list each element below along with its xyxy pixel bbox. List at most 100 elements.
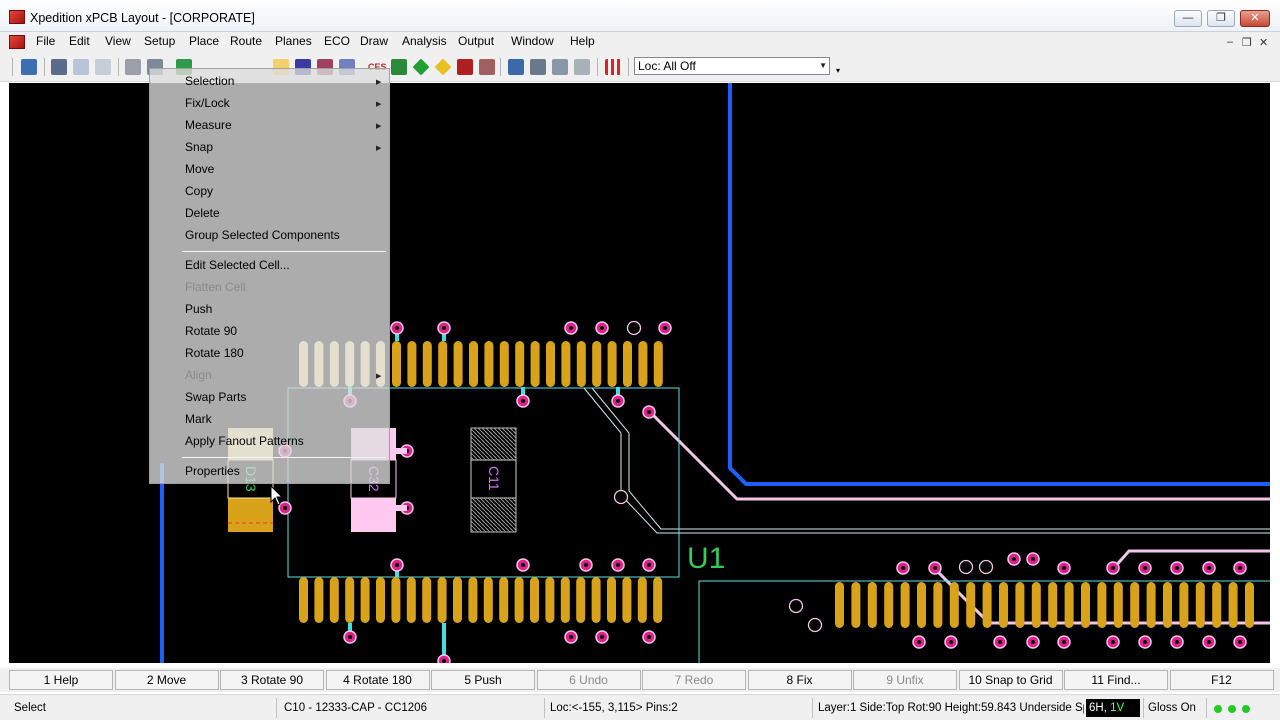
zoom-icon[interactable]	[508, 59, 524, 75]
mounting-hole	[613, 489, 629, 505]
mounting-hole	[626, 320, 642, 336]
constraint-icon[interactable]	[391, 59, 407, 75]
context-menu-item[interactable]: Edit Selected Cell...	[185, 258, 290, 272]
function-key-button: 6 Undo	[536, 670, 641, 690]
menu-draw[interactable]: Draw	[360, 34, 388, 48]
pad	[468, 577, 478, 623]
context-menu-item[interactable]: Rotate 90	[185, 324, 237, 338]
status-separator	[812, 698, 813, 718]
function-key-button[interactable]: 2 Move	[114, 670, 219, 690]
drc-icon[interactable]	[457, 59, 473, 75]
submenu-arrow-icon: ▶	[376, 123, 382, 130]
status-led-icon	[1228, 705, 1236, 713]
redo-icon[interactable]	[95, 59, 111, 75]
context-menu-item[interactable]: Apply Fanout Patterns	[185, 434, 304, 448]
status-component: C10 - 12333-CAP - CC1206	[284, 702, 427, 714]
menu-analysis[interactable]: Analysis	[402, 34, 447, 48]
locate-filter-select[interactable]: Loc: All Off ▼	[634, 57, 830, 75]
context-menu-item[interactable]: Fix/Lock	[185, 96, 230, 110]
pad	[851, 582, 861, 628]
via-hole	[442, 659, 446, 663]
document-icon[interactable]	[9, 35, 25, 49]
pad	[345, 577, 355, 623]
pad	[545, 577, 555, 623]
menu-setup[interactable]: Setup	[144, 34, 175, 48]
ref-designator-u1: U1	[687, 542, 725, 575]
context-menu-item[interactable]: Push	[185, 302, 212, 316]
grid-icon[interactable]	[605, 59, 621, 75]
function-key-button[interactable]: 10 Snap to Grid	[958, 670, 1063, 690]
context-menu-item[interactable]: Move	[185, 162, 214, 176]
menu-planes[interactable]: Planes	[275, 34, 312, 48]
mdi-close-button[interactable]: ✕	[1259, 36, 1268, 49]
menu-edit[interactable]: Edit	[69, 34, 90, 48]
maximize-button[interactable]: ❐	[1207, 10, 1235, 27]
mounting-hole	[788, 598, 804, 614]
context-menu-item[interactable]: Mark	[185, 412, 212, 426]
pad	[835, 582, 844, 628]
pad	[1195, 582, 1205, 628]
context-menu-item[interactable]: Properties	[185, 464, 240, 478]
function-key-button: 9 Unfix	[853, 670, 957, 690]
menu-place[interactable]: Place	[189, 34, 219, 48]
function-key-button[interactable]: 5 Push	[431, 670, 535, 690]
menu-route[interactable]: Route	[230, 34, 262, 48]
move-up-icon[interactable]	[125, 59, 141, 75]
menu-help[interactable]: Help	[570, 34, 595, 48]
menu-output[interactable]: Output	[458, 34, 494, 48]
pad	[1113, 582, 1123, 628]
pad	[653, 341, 663, 387]
toolbar-overflow-icon[interactable]: ▾	[836, 66, 840, 75]
context-menu-item[interactable]: Group Selected Components	[185, 228, 340, 242]
context-menu-item[interactable]: Copy	[185, 184, 213, 198]
pad	[453, 341, 463, 387]
warning-diamond-icon[interactable]	[434, 58, 452, 76]
context-menu-item[interactable]: Delete	[185, 206, 220, 220]
function-key-button[interactable]: 8 Fix	[747, 670, 852, 690]
menu-view[interactable]: View	[105, 34, 131, 48]
via-hole	[584, 563, 588, 567]
via-hole	[616, 563, 620, 567]
mdi-minimize-button[interactable]: –	[1227, 36, 1233, 48]
diamond-green-icon[interactable]	[412, 58, 430, 76]
binoculars-icon[interactable]	[51, 59, 67, 75]
context-menu-item[interactable]: Snap	[185, 140, 213, 154]
context-menu-item[interactable]: Swap Parts	[185, 390, 246, 404]
drc-check-icon[interactable]	[479, 59, 495, 75]
select-area-icon[interactable]	[552, 59, 568, 75]
function-key-button[interactable]: 3 Rotate 90	[220, 670, 324, 690]
context-menu-item: Flatten Cell	[185, 280, 246, 294]
function-key-button[interactable]: 1 Help	[9, 670, 113, 690]
status-led-icon	[1214, 705, 1222, 713]
pad	[1048, 582, 1058, 628]
function-key-button[interactable]: 11 Find...	[1064, 670, 1168, 690]
context-menu-item[interactable]: Selection	[185, 74, 234, 88]
save-icon[interactable]	[21, 59, 37, 75]
pad	[966, 582, 976, 628]
mdi-restore-button[interactable]: ❐	[1242, 36, 1252, 49]
menu-file[interactable]: File	[36, 34, 55, 48]
mouse-cursor-icon	[270, 485, 284, 506]
context-menu-item[interactable]: Measure	[185, 118, 232, 132]
function-key-button[interactable]: 4 Rotate 180	[325, 670, 430, 690]
pad	[607, 341, 617, 387]
chevron-down-icon: ▼	[819, 61, 827, 70]
context-menu-item[interactable]: Rotate 180	[185, 346, 244, 360]
function-key-button[interactable]: F12	[1169, 670, 1274, 690]
c11-pad	[470, 497, 517, 533]
pad	[392, 341, 401, 387]
via-hole	[1111, 640, 1115, 644]
via-hole	[998, 640, 1002, 644]
pad	[1097, 582, 1107, 628]
hierarchy-icon[interactable]	[574, 59, 590, 75]
undo-icon[interactable]	[73, 59, 89, 75]
menu-eco[interactable]: ECO	[324, 34, 350, 48]
close-button[interactable]: ✕	[1240, 10, 1270, 27]
via-hole	[395, 326, 399, 330]
status-location: Loc:<-155, 3,115> Pins:2	[550, 702, 678, 714]
menu-window[interactable]: Window	[511, 34, 554, 48]
pad	[514, 577, 524, 623]
via-hole	[600, 635, 604, 639]
minimize-button[interactable]: —	[1174, 10, 1202, 27]
copy-view-icon[interactable]	[530, 59, 546, 75]
